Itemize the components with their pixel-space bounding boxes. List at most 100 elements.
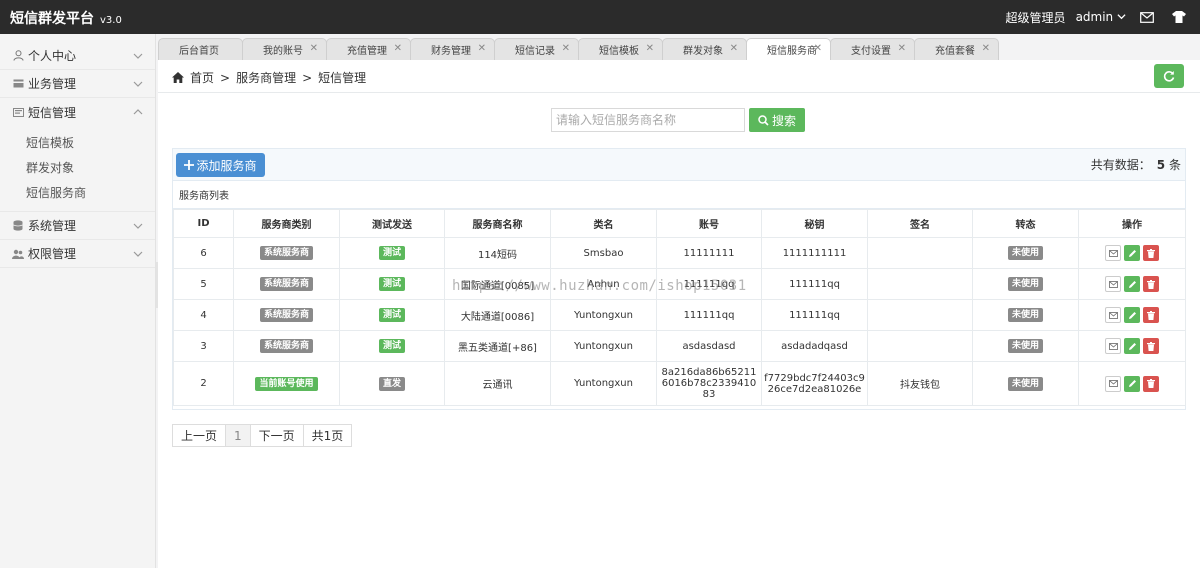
cell-name: 黑五类通道[+86] [444, 330, 551, 362]
tab-bar: 后台首页 我的账号 ✕ 充值管理 ✕ 财务管理 ✕ 短信记录 ✕ 短信模板 ✕ 群发对象 ✕… [158, 38, 999, 60]
test-send-button[interactable]: 测试 [378, 277, 405, 291]
category-badge: 系统服务商 [259, 308, 313, 322]
cell-id: 2 [173, 361, 234, 406]
cell-actions [1078, 268, 1186, 300]
refresh-button[interactable] [1154, 64, 1184, 88]
close-icon[interactable]: ✕ [478, 43, 486, 54]
trash-icon [1147, 341, 1155, 351]
edit-button[interactable] [1124, 375, 1140, 392]
edit-button[interactable] [1124, 276, 1140, 292]
test-send-button[interactable]: 测试 [378, 308, 405, 322]
sidebar-item-sms[interactable]: 短信管理 [0, 98, 155, 126]
close-icon[interactable]: ✕ [394, 43, 402, 54]
search-button[interactable]: 搜索 [749, 108, 805, 132]
main-content: 首页 > 服务商管理 > 短信管理 搜索 添加服务商 共有数据： 5 条 服务商列… [158, 60, 1200, 568]
sidebar-subitem-sms-template[interactable]: 短信模板 [0, 130, 155, 155]
sidebar-item-label: 短信管理 [28, 105, 77, 120]
pencil-icon [1128, 380, 1136, 387]
search-input[interactable] [551, 108, 745, 132]
tab-label: 财务管理 [431, 46, 471, 57]
test-send-button[interactable]: 直发 [378, 376, 405, 391]
edit-button[interactable] [1124, 245, 1140, 261]
mail-button[interactable] [1105, 307, 1121, 323]
mail-button[interactable] [1105, 375, 1121, 392]
breadcrumb-home[interactable]: 首页 [190, 69, 214, 86]
delete-button[interactable] [1143, 338, 1159, 354]
sidebar-item-permissions[interactable]: 权限管理 [0, 240, 155, 268]
delete-button[interactable] [1143, 375, 1159, 392]
delete-button[interactable] [1143, 245, 1159, 261]
delete-button[interactable] [1143, 307, 1159, 323]
close-icon[interactable]: ✕ [814, 43, 822, 54]
tab-recharge[interactable]: 充值管理 ✕ [326, 38, 411, 60]
cell-secret: 1111111111 [761, 237, 868, 269]
column-header: ID [173, 209, 234, 238]
sidebar: 个人中心 业务管理 短信管理 短信模板 群发对象 短信服务商 系统管理 权限管理 [0, 34, 156, 568]
tab-sms-provider[interactable]: 短信服务商 ✕ [746, 38, 831, 60]
cell-status: 未使用 [972, 361, 1079, 406]
top-right: 超级管理员 admin [1006, 0, 1190, 34]
cell-name: 云通讯 [444, 361, 551, 406]
add-provider-button[interactable]: 添加服务商 [176, 153, 265, 177]
tab-finance[interactable]: 财务管理 ✕ [410, 38, 495, 60]
tab-recipients[interactable]: 群发对象 ✕ [662, 38, 747, 60]
tab-label: 充值管理 [347, 46, 387, 57]
sidebar-item-profile[interactable]: 个人中心 [0, 42, 155, 70]
tab-payment-settings[interactable]: 支付设置 ✕ [830, 38, 915, 60]
tab-label: 短信模板 [599, 46, 639, 57]
sidebar-subitem-sms-provider[interactable]: 短信服务商 [0, 180, 155, 205]
mail-button[interactable] [1105, 276, 1121, 292]
breadcrumb-current: 短信管理 [318, 71, 367, 85]
tab-sms-template[interactable]: 短信模板 ✕ [578, 38, 663, 60]
cell-actions [1078, 299, 1186, 331]
close-icon[interactable]: ✕ [646, 43, 654, 54]
cell-account: 11111111 [656, 237, 762, 269]
category-badge: 当前账号使用 [255, 376, 318, 391]
brand[interactable]: 短信群发平台 v3.0 [10, 8, 122, 28]
close-icon[interactable]: ✕ [562, 43, 570, 54]
test-send-button[interactable]: 测试 [378, 246, 405, 260]
sidebar-subitem-recipients[interactable]: 群发对象 [0, 155, 155, 180]
close-icon[interactable]: ✕ [982, 43, 990, 54]
breadcrumb-provider-mgmt[interactable]: 服务商管理 [236, 69, 296, 86]
tab-recharge-package[interactable]: 充值套餐 ✕ [914, 38, 999, 60]
search-button-label: 搜索 [771, 113, 796, 128]
status-badge: 未使用 [1007, 308, 1043, 322]
shirt-icon[interactable] [1168, 6, 1190, 28]
prev-page-button[interactable]: 上一页 [172, 424, 227, 447]
tab-sms-records[interactable]: 短信记录 ✕ [494, 38, 579, 60]
close-icon[interactable]: ✕ [310, 43, 318, 54]
cell-actions [1078, 237, 1186, 269]
mail-button[interactable] [1105, 338, 1121, 354]
table-row: 6 系统服务商 测试 114短码 Smsbao 11111111 1111111111 未使用 [173, 237, 1186, 269]
chevron-up-icon [133, 109, 143, 115]
page-number-current[interactable]: 1 [225, 424, 251, 447]
cell-secret: asdadadqasd [761, 330, 868, 362]
column-header: 转态 [972, 209, 1079, 238]
cell-secret: 111111qq [761, 299, 868, 331]
trash-icon [1147, 248, 1155, 258]
sidebar-item-system[interactable]: 系统管理 [0, 212, 155, 240]
tab-home[interactable]: 后台首页 [158, 38, 243, 60]
next-page-button[interactable]: 下一页 [249, 424, 304, 447]
close-icon[interactable]: ✕ [730, 43, 738, 54]
total-unit: 条 [1168, 158, 1181, 172]
cell-sign [867, 299, 973, 331]
close-icon[interactable]: ✕ [898, 43, 906, 54]
status-badge: 未使用 [1007, 246, 1043, 260]
mail-button[interactable] [1105, 245, 1121, 261]
cell-actions [1078, 330, 1186, 362]
mail-icon[interactable] [1136, 6, 1158, 28]
edit-button[interactable] [1124, 307, 1140, 323]
delete-button[interactable] [1143, 276, 1159, 292]
edit-button[interactable] [1124, 338, 1140, 354]
cell-secret: f7729bdc7f24403c926ce7d2ea81026e [761, 361, 868, 406]
tab-my-account[interactable]: 我的账号 ✕ [242, 38, 327, 60]
search-icon [758, 114, 769, 126]
sidebar-item-business[interactable]: 业务管理 [0, 70, 155, 98]
cell-name: 大陆通道[0086] [444, 299, 551, 331]
cell-status: 未使用 [972, 330, 1079, 362]
total-pages: 共1页 [302, 424, 353, 447]
user-menu[interactable]: admin [1076, 10, 1126, 24]
test-send-button[interactable]: 测试 [378, 339, 405, 353]
